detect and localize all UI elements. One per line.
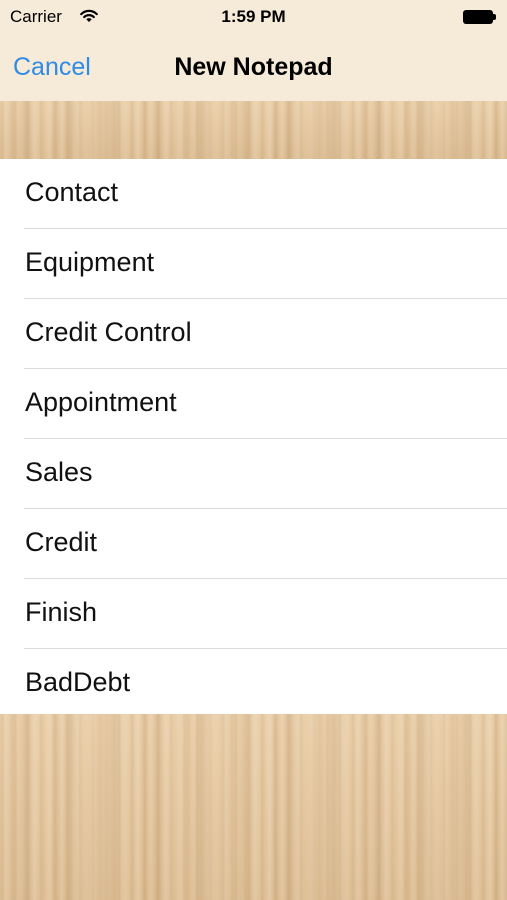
battery-icon (463, 10, 496, 24)
clock: 1:59 PM (221, 7, 286, 26)
page-title: New Notepad (174, 53, 333, 81)
list-item-sales[interactable]: Sales (0, 439, 507, 509)
list-item-equipment[interactable]: Equipment (0, 229, 507, 299)
list-item-label: Credit Control (25, 317, 192, 347)
list-item-credit-control[interactable]: Credit Control (0, 299, 507, 369)
list-item-label: BadDebt (25, 667, 131, 697)
status-bar: Carrier 1:59 PM (0, 0, 507, 34)
list-item-label: Credit (25, 527, 98, 557)
list-item-credit[interactable]: Credit (0, 509, 507, 579)
wood-background-top (0, 101, 507, 159)
list-item-contact[interactable]: Contact (0, 159, 507, 229)
wood-background-bottom (0, 714, 507, 900)
list-item-label: Equipment (25, 247, 155, 277)
navigation-bar: Cancel New Notepad (0, 34, 507, 102)
notepad-type-list: Contact Equipment Credit Control Appoint… (0, 159, 507, 719)
list-item-label: Contact (25, 177, 119, 207)
list-item-finish[interactable]: Finish (0, 579, 507, 649)
list-item-baddebt[interactable]: BadDebt (0, 649, 507, 719)
list-item-label: Finish (25, 597, 98, 627)
list-item-appointment[interactable]: Appointment (0, 369, 507, 439)
list-item-label: Appointment (25, 387, 177, 417)
list-item-label: Sales (25, 457, 93, 487)
